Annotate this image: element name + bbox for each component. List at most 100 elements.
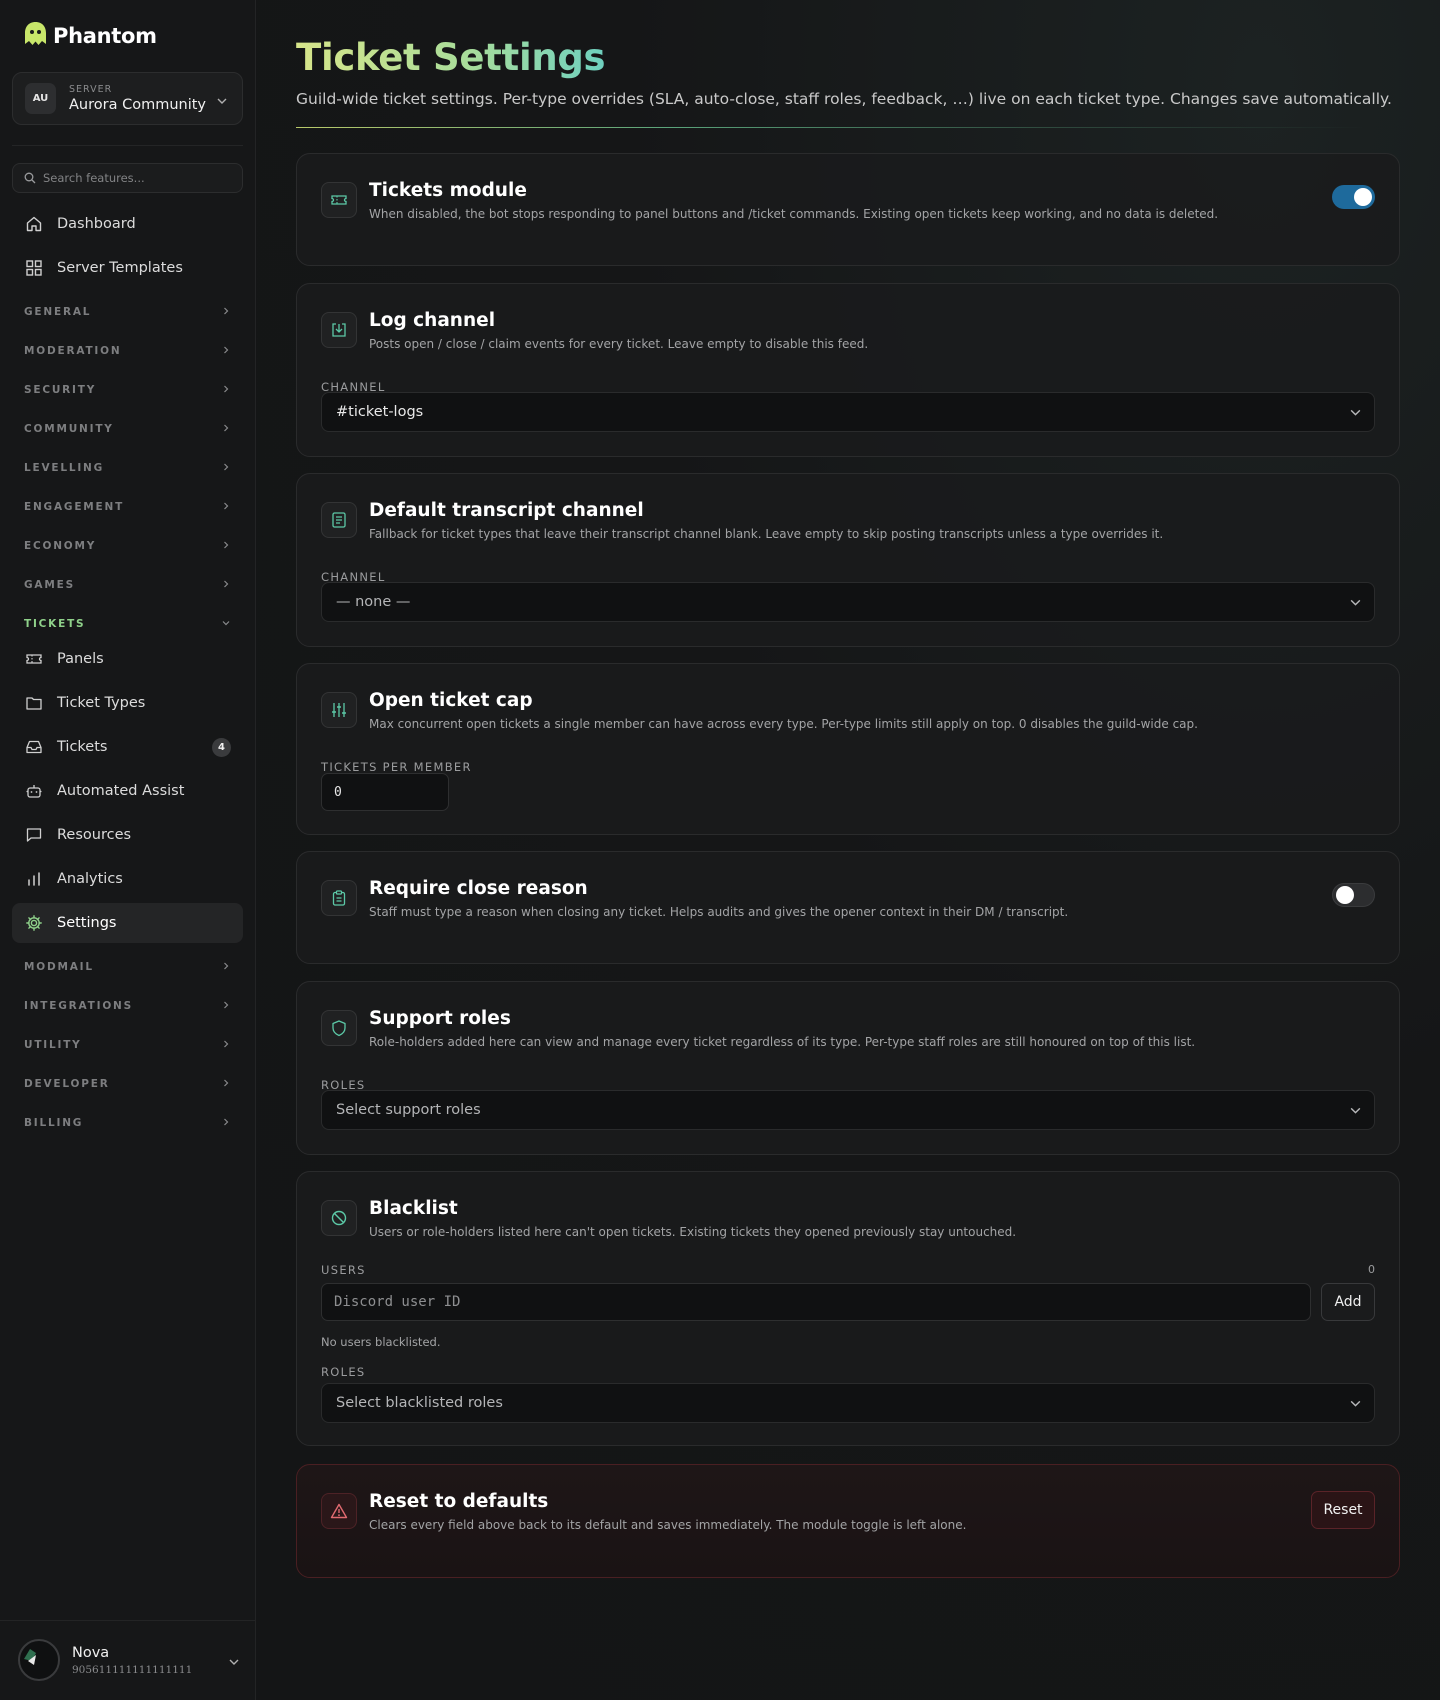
tickets-per-member-input[interactable] xyxy=(321,773,449,811)
card-title: Log channel xyxy=(369,310,496,331)
section-label: LEVELLING xyxy=(24,462,105,474)
section-label: MODERATION xyxy=(24,345,122,357)
home-icon xyxy=(24,214,44,234)
robot-icon xyxy=(24,781,44,801)
sidebar-item-label: Dashboard xyxy=(57,216,136,232)
tickets-module-toggle[interactable] xyxy=(1332,185,1375,209)
section-tickets[interactable]: TICKETS xyxy=(24,614,231,634)
add-user-button[interactable]: Add xyxy=(1321,1283,1375,1321)
chevron-right-icon xyxy=(221,306,231,319)
chevron-down-icon xyxy=(1349,1104,1362,1121)
chevron-down-icon xyxy=(1349,596,1362,613)
sidebar-item-dashboard[interactable]: Dashboard xyxy=(12,204,243,244)
sidebar-item-analytics[interactable]: Analytics xyxy=(12,859,243,899)
sidebar-item-resources[interactable]: Resources xyxy=(12,815,243,855)
toggle-knob xyxy=(1336,886,1354,904)
section-label: BILLING xyxy=(24,1117,84,1129)
sidebar-item-automated-assist[interactable]: Automated Assist xyxy=(12,771,243,811)
toggle-knob xyxy=(1354,188,1372,206)
sidebar-item-label: Analytics xyxy=(57,871,123,887)
card-title: Reset to defaults xyxy=(369,1491,549,1512)
sidebar-item-label: Automated Assist xyxy=(57,783,185,799)
card-description: Max concurrent open tickets a single mem… xyxy=(369,717,1198,731)
select-value: #ticket-logs xyxy=(336,404,424,420)
card-reset-defaults: Reset to defaults Clears every field abo… xyxy=(296,1464,1400,1578)
section-label: INTEGRATIONS xyxy=(24,1000,133,1012)
section-label: ENGAGEMENT xyxy=(24,501,125,513)
card-description: When disabled, the bot stops responding … xyxy=(369,207,1219,221)
select-value: — none — xyxy=(336,594,411,610)
field-label: USERS xyxy=(321,1263,366,1277)
section-utility[interactable]: UTILITY xyxy=(24,1035,231,1055)
download-box-icon xyxy=(321,312,357,348)
chevron-down-icon xyxy=(1349,1397,1362,1414)
ghost-logo-icon xyxy=(22,20,49,52)
feature-search[interactable] xyxy=(12,163,243,193)
support-roles-select[interactable]: Select support roles xyxy=(321,1090,1375,1130)
message-square-icon xyxy=(24,825,44,845)
discord-user-id-input[interactable] xyxy=(321,1283,1311,1321)
section-games[interactable]: GAMES xyxy=(24,575,231,595)
select-placeholder: Select support roles xyxy=(336,1102,481,1118)
card-log-channel: Log channel Posts open / close / claim e… xyxy=(296,283,1400,457)
card-open-ticket-cap: Open ticket cap Max concurrent open tick… xyxy=(296,663,1400,835)
sidebar-item-label: Ticket Types xyxy=(57,695,146,711)
sliders-icon xyxy=(321,692,357,728)
section-economy[interactable]: ECONOMY xyxy=(24,536,231,556)
section-label: MODMAIL xyxy=(24,961,94,973)
card-require-close-reason: Require close reason Staff must type a r… xyxy=(296,851,1400,964)
chevron-right-icon xyxy=(221,1039,231,1052)
sidebar-item-ticket-types[interactable]: Ticket Types xyxy=(12,683,243,723)
brand[interactable]: Phantom xyxy=(22,20,157,52)
sidebar-item-panels[interactable]: Panels xyxy=(12,639,243,679)
section-developer[interactable]: DEVELOPER xyxy=(24,1074,231,1094)
sidebar-item-label: Resources xyxy=(57,827,132,843)
server-switcher[interactable]: AU SERVER Aurora Community xyxy=(12,72,243,125)
ticket-icon xyxy=(321,182,357,218)
sidebar: Phantom AU SERVER Aurora Community Dashb… xyxy=(0,0,256,1700)
chevron-right-icon xyxy=(221,1078,231,1091)
chevron-down-icon xyxy=(1349,406,1362,423)
reset-button[interactable]: Reset xyxy=(1311,1491,1375,1529)
sidebar-item-label: Panels xyxy=(57,651,104,667)
user-menu[interactable]: Nova 905611111111111111 xyxy=(18,1638,240,1682)
section-integrations[interactable]: INTEGRATIONS xyxy=(24,996,231,1016)
sidebar-item-server-templates[interactable]: Server Templates xyxy=(12,248,243,288)
blacklisted-roles-select[interactable]: Select blacklisted roles xyxy=(321,1383,1375,1423)
sidebar-item-settings[interactable]: Settings xyxy=(12,903,243,943)
section-security[interactable]: SECURITY xyxy=(24,380,231,400)
section-label: GENERAL xyxy=(24,306,92,318)
card-title: Blacklist xyxy=(369,1198,458,1219)
chevron-right-icon xyxy=(221,540,231,553)
section-engagement[interactable]: ENGAGEMENT xyxy=(24,497,231,517)
section-label: UTILITY xyxy=(24,1039,82,1051)
require-close-reason-toggle[interactable] xyxy=(1332,883,1375,907)
section-label: TICKETS xyxy=(24,618,86,630)
brand-name: Phantom xyxy=(53,24,157,48)
log-channel-select[interactable]: #ticket-logs xyxy=(321,392,1375,432)
section-modmail[interactable]: MODMAIL xyxy=(24,957,231,977)
section-moderation[interactable]: MODERATION xyxy=(24,341,231,361)
avatar xyxy=(18,1639,60,1681)
search-input[interactable] xyxy=(43,171,223,185)
chevron-right-icon xyxy=(221,462,231,475)
card-description: Fallback for ticket types that leave the… xyxy=(369,527,1164,541)
transcript-channel-select[interactable]: — none — xyxy=(321,582,1375,622)
section-general[interactable]: GENERAL xyxy=(24,302,231,322)
grid-icon xyxy=(24,258,44,278)
sidebar-item-tickets[interactable]: Tickets 4 xyxy=(12,727,243,767)
users-count: 0 xyxy=(1368,1263,1375,1276)
folder-icon xyxy=(24,693,44,713)
search-icon xyxy=(24,169,36,188)
user-id: 905611111111111111 xyxy=(72,1663,193,1676)
server-name: Aurora Community xyxy=(69,97,206,113)
server-avatar: AU xyxy=(25,83,56,114)
select-placeholder: Select blacklisted roles xyxy=(336,1395,503,1411)
section-billing[interactable]: BILLING xyxy=(24,1113,231,1133)
inbox-icon xyxy=(24,737,44,757)
section-levelling[interactable]: LEVELLING xyxy=(24,458,231,478)
chevron-right-icon xyxy=(221,579,231,592)
card-description: Clears every field above back to its def… xyxy=(369,1518,967,1532)
section-community[interactable]: COMMUNITY xyxy=(24,419,231,439)
chevron-down-icon xyxy=(221,618,231,631)
